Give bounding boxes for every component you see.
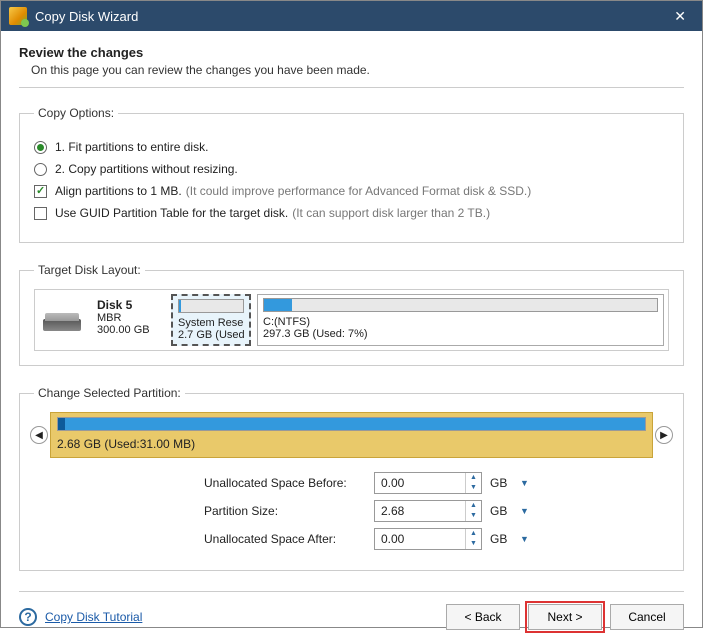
spin-up-icon[interactable]: ▲ bbox=[466, 501, 481, 511]
unalloc-after-value: 0.00 bbox=[375, 532, 465, 546]
option-align-partitions[interactable]: Align partitions to 1 MB. (It could impr… bbox=[34, 184, 669, 198]
prev-partition-button[interactable]: ◀ bbox=[30, 426, 48, 444]
unalloc-after-input[interactable]: 0.00 ▲▼ bbox=[374, 528, 482, 550]
disk-name: Disk 5 bbox=[97, 298, 163, 312]
footer: ? Copy Disk Tutorial < Back Next > Cance… bbox=[19, 591, 684, 642]
target-disk-layout-group: Target Disk Layout: Disk 5 MBR 300.00 GB… bbox=[19, 263, 684, 366]
disk-size: 300.00 GB bbox=[97, 324, 163, 336]
next-button[interactable]: Next > bbox=[528, 604, 602, 630]
unalloc-before-value: 0.00 bbox=[375, 476, 465, 490]
checkbox-icon bbox=[34, 185, 47, 198]
close-icon[interactable]: ✕ bbox=[666, 6, 694, 27]
partition-size-label: Partition Size: bbox=[204, 504, 374, 518]
unit-label: GB bbox=[490, 476, 512, 490]
align-hint: (It could improve performance for Advanc… bbox=[186, 184, 531, 198]
spin-down-icon[interactable]: ▼ bbox=[466, 483, 481, 493]
option-noresize-label: 2. Copy partitions without resizing. bbox=[55, 162, 238, 176]
unit-label: GB bbox=[490, 504, 512, 518]
copy-options-legend: Copy Options: bbox=[34, 106, 118, 120]
disk-row: Disk 5 MBR 300.00 GB System Reserved 2.7… bbox=[34, 289, 669, 351]
disk-meta: Disk 5 MBR 300.00 GB bbox=[95, 294, 165, 346]
unit-label: GB bbox=[490, 532, 512, 546]
change-partition-legend: Change Selected Partition: bbox=[34, 386, 185, 400]
unalloc-before-label: Unallocated Space Before: bbox=[204, 476, 374, 490]
option-copy-without-resize[interactable]: 2. Copy partitions without resizing. bbox=[34, 162, 669, 176]
partition-system-reserved[interactable]: System Reserved 2.7 GB (Used: 1%) bbox=[171, 294, 251, 346]
back-button[interactable]: < Back bbox=[446, 604, 520, 630]
guid-label: Use GUID Partition Table for the target … bbox=[55, 206, 288, 220]
tutorial-link[interactable]: Copy Disk Tutorial bbox=[45, 610, 142, 624]
partition-bar[interactable] bbox=[57, 417, 646, 431]
unit-dropdown[interactable]: ▼ bbox=[520, 478, 529, 488]
option-fit-partitions[interactable]: 1. Fit partitions to entire disk. bbox=[34, 140, 669, 154]
unalloc-before-input[interactable]: 0.00 ▲▼ bbox=[374, 472, 482, 494]
window-title: Copy Disk Wizard bbox=[35, 9, 666, 24]
page-heading: Review the changes bbox=[19, 45, 684, 60]
spin-down-icon[interactable]: ▼ bbox=[466, 511, 481, 521]
partition-name: System Reserved bbox=[178, 317, 244, 329]
app-icon bbox=[9, 7, 27, 25]
partition-size-input[interactable]: 2.68 ▲▼ bbox=[374, 500, 482, 522]
selected-partition[interactable]: 2.68 GB (Used:31.00 MB) bbox=[50, 412, 653, 458]
checkbox-icon bbox=[34, 207, 47, 220]
spin-up-icon[interactable]: ▲ bbox=[466, 473, 481, 483]
guid-hint: (It can support disk larger than 2 TB.) bbox=[292, 206, 490, 220]
disk-scheme: MBR bbox=[97, 312, 163, 324]
next-partition-button[interactable]: ▶ bbox=[655, 426, 673, 444]
help-icon[interactable]: ? bbox=[19, 608, 37, 626]
unit-dropdown[interactable]: ▼ bbox=[520, 506, 529, 516]
change-partition-group: Change Selected Partition: ◀ 2.68 GB (Us… bbox=[19, 386, 684, 571]
cancel-button[interactable]: Cancel bbox=[610, 604, 684, 630]
spin-up-icon[interactable]: ▲ bbox=[466, 529, 481, 539]
target-layout-legend: Target Disk Layout: bbox=[34, 263, 145, 277]
copy-options-group: Copy Options: 1. Fit partitions to entir… bbox=[19, 106, 684, 243]
align-label: Align partitions to 1 MB. bbox=[55, 184, 182, 198]
partition-info: 2.7 GB (Used: 1%) bbox=[178, 329, 244, 341]
radio-icon bbox=[34, 163, 47, 176]
unalloc-after-label: Unallocated Space After: bbox=[204, 532, 374, 546]
page-subheading: On this page you can review the changes … bbox=[31, 63, 684, 77]
unit-dropdown[interactable]: ▼ bbox=[520, 534, 529, 544]
option-guid-table[interactable]: Use GUID Partition Table for the target … bbox=[34, 206, 669, 220]
disk-icon bbox=[43, 299, 85, 341]
partition-name: C:(NTFS) bbox=[263, 316, 658, 328]
divider bbox=[19, 87, 684, 88]
spin-down-icon[interactable]: ▼ bbox=[466, 539, 481, 549]
option-fit-label: 1. Fit partitions to entire disk. bbox=[55, 140, 208, 154]
titlebar: Copy Disk Wizard ✕ bbox=[1, 1, 702, 31]
partition-info: 297.3 GB (Used: 7%) bbox=[263, 328, 658, 340]
radio-icon bbox=[34, 141, 47, 154]
partition-c[interactable]: C:(NTFS) 297.3 GB (Used: 7%) bbox=[257, 294, 664, 346]
partition-size-value: 2.68 bbox=[375, 504, 465, 518]
selected-partition-summary: 2.68 GB (Used:31.00 MB) bbox=[57, 437, 646, 451]
